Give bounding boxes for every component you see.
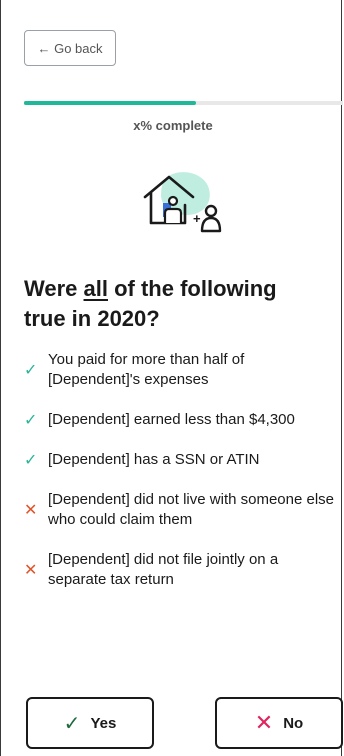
progress-label: x% complete xyxy=(133,118,213,133)
no-label: No xyxy=(283,714,304,732)
x-icon: ✕ xyxy=(24,502,38,519)
question-heading: Were all of the following true in 2020? xyxy=(24,276,277,331)
criterion-text: [Dependent] did not file jointly on a se… xyxy=(48,551,279,588)
criterion-text: You paid for more than half of [Dependen… xyxy=(48,351,245,388)
no-button[interactable]: ✕ No xyxy=(215,697,343,749)
criterion-item: ✕ [Dependent] did not file jointly on a s… xyxy=(24,550,334,590)
phone-frame: ← Go back x% complete + Were all of the … xyxy=(0,0,343,756)
criterion-item: ✓ [Dependent] earned less than $4,300 xyxy=(24,410,334,430)
progress-bar xyxy=(24,101,343,105)
house-with-dependent-icon: + xyxy=(143,172,222,233)
progress-fill xyxy=(24,101,197,105)
x-icon: ✕ xyxy=(254,710,274,735)
criterion-item: ✕ [Dependent] did not live with someone e… xyxy=(24,490,334,530)
yes-label: Yes xyxy=(90,714,117,732)
go-back-label: ← Go back xyxy=(37,40,103,56)
go-back-button[interactable]: ← Go back xyxy=(24,30,116,66)
x-icon: ✕ xyxy=(24,562,38,579)
criterion-text: [Dependent] earned less than $4,300 xyxy=(48,411,295,428)
svg-text:+: + xyxy=(193,211,201,226)
checkmark-icon: ✓ xyxy=(24,412,38,429)
checkmark-icon: ✓ xyxy=(63,712,81,735)
criteria-list: ✓ You paid for more than half of [Depende… xyxy=(24,350,334,610)
criterion-item: ✓ You paid for more than half of [Depende… xyxy=(24,350,334,390)
checkmark-icon: ✓ xyxy=(24,362,38,379)
question-emphasis: all xyxy=(83,276,108,301)
criterion-text: [Dependent] did not live with someone el… xyxy=(48,491,335,528)
yes-button[interactable]: ✓ Yes xyxy=(26,697,154,749)
criterion-item: ✓ [Dependent] has a SSN or ATIN xyxy=(24,450,334,470)
criterion-text: [Dependent] has a SSN or ATIN xyxy=(48,451,260,468)
checkmark-icon: ✓ xyxy=(24,452,38,469)
